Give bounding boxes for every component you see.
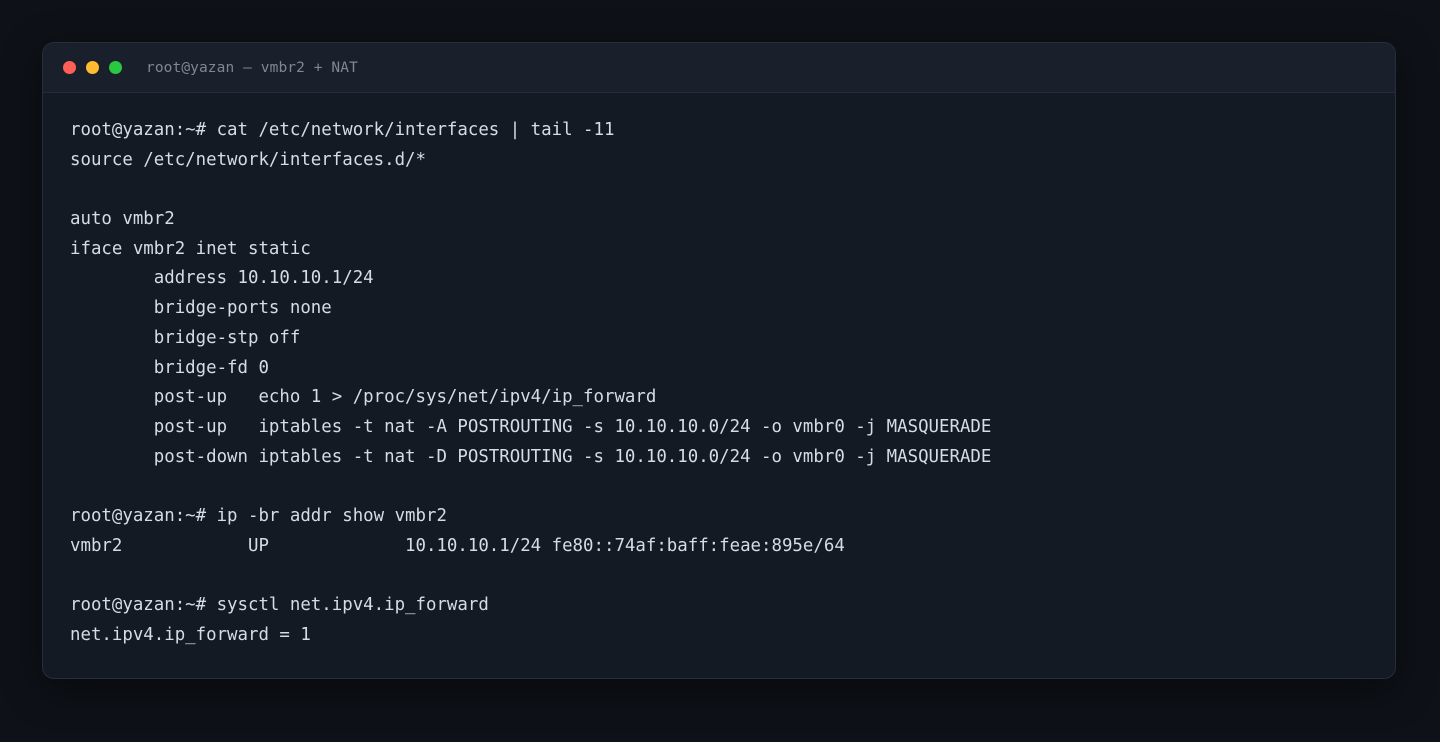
terminal-line: vmbr2 UP 10.10.10.1/24 fe80::74af:baff:f… [70,535,845,556]
terminal-line: root@yazan:~# cat /etc/network/interface… [70,120,615,140]
terminal-line: post-up echo 1 > /proc/sys/net/ipv4/ip_f… [70,387,657,408]
terminal-line: root@yazan:~# sysctl net.ipv4.ip_forward [70,595,489,615]
terminal-line: iface vmbr2 inet static [70,238,311,259]
terminal-line: bridge-fd 0 [70,357,269,378]
terminal-line: net.ipv4.ip_forward = 1 [70,624,311,645]
terminal-line: bridge-ports none [70,298,332,319]
terminal-line: root@yazan:~# ip -br addr show vmbr2 [70,505,447,526]
terminal-line: bridge-stp off [70,327,301,348]
terminal-output[interactable]: root@yazan:~# cat /etc/network/interface… [70,116,1375,650]
terminal-line: post-down iptables -t nat -D POSTROUTING… [70,446,992,467]
terminal-line: post-up iptables -t nat -A POSTROUTING -… [70,416,992,437]
title-bar[interactable]: root@yazan — vmbr2 + NAT [43,43,1395,93]
terminal-line: address 10.10.10.1/24 [70,268,374,289]
terminal-window: root@yazan — vmbr2 + NAT root@yazan:~# c… [42,42,1396,679]
terminal-line: source /etc/network/interfaces.d/* [70,149,426,170]
terminal-line: auto vmbr2 [70,209,175,230]
maximize-button[interactable] [109,61,122,74]
window-title: root@yazan — vmbr2 + NAT [146,59,358,76]
minimize-button[interactable] [86,61,99,74]
close-button[interactable] [63,61,76,74]
